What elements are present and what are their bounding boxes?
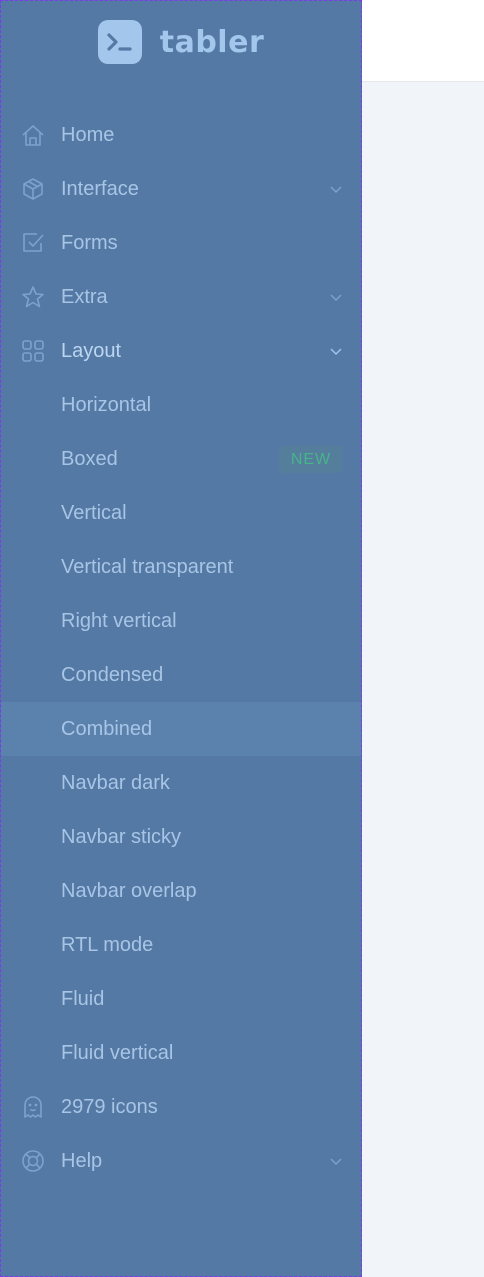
new-badge: NEW	[279, 446, 343, 473]
submenu-label: Right vertical	[61, 609, 177, 632]
nav-item-help[interactable]: Help	[1, 1134, 361, 1188]
sidebar: tabler Home Interface Forms Extra Layout…	[0, 0, 362, 1277]
star-icon	[20, 284, 46, 310]
submenu-label: Fluid	[61, 987, 105, 1010]
submenu-item-fluid[interactable]: Fluid	[1, 972, 361, 1026]
nav-label: Interface	[61, 177, 139, 200]
sidebar-nav: Home Interface Forms Extra Layout Horizo…	[1, 108, 361, 1188]
submenu-item-right-vertical[interactable]: Right vertical	[1, 594, 361, 648]
submenu-label: Horizontal	[61, 393, 152, 416]
brand[interactable]: tabler	[1, 1, 361, 83]
package-icon	[20, 176, 46, 202]
submenu-label: RTL mode	[61, 933, 154, 956]
brand-name: tabler	[159, 24, 265, 60]
lifebuoy-icon	[20, 1148, 46, 1174]
submenu-item-rtl-mode[interactable]: RTL mode	[1, 918, 361, 972]
submenu-label: Condensed	[61, 663, 164, 686]
submenu-label: Vertical	[61, 501, 127, 524]
submenu-item-fluid-vertical[interactable]: Fluid vertical	[1, 1026, 361, 1080]
ghost-icon	[20, 1094, 46, 1120]
page-content	[361, 82, 484, 1277]
submenu-label: Navbar overlap	[61, 879, 197, 902]
submenu-label: Vertical transparent	[61, 555, 234, 578]
nav-item-icons[interactable]: 2979 icons	[1, 1080, 361, 1134]
submenu-item-navbar-sticky[interactable]: Navbar sticky	[1, 810, 361, 864]
nav-item-forms[interactable]: Forms	[1, 216, 361, 270]
chevron-down-icon	[330, 186, 342, 193]
nav-label: Home	[61, 123, 115, 146]
nav-label: Layout	[61, 339, 122, 362]
home-icon	[20, 122, 46, 148]
submenu-label: Boxed	[61, 447, 118, 470]
nav-item-interface[interactable]: Interface	[1, 162, 361, 216]
submenu-item-navbar-overlap[interactable]: Navbar overlap	[1, 864, 361, 918]
nav-item-home[interactable]: Home	[1, 108, 361, 162]
submenu-label: Fluid vertical	[61, 1041, 174, 1064]
submenu-item-vertical[interactable]: Vertical	[1, 486, 361, 540]
submenu-label: Combined	[61, 717, 153, 740]
terminal-icon	[97, 20, 142, 64]
nav-label: Forms	[61, 231, 118, 254]
chevron-down-icon	[330, 1158, 342, 1165]
chevron-down-icon	[330, 294, 342, 301]
submenu-label: Navbar dark	[61, 771, 170, 794]
layout-grid-icon	[20, 338, 46, 364]
submenu-item-combined[interactable]: Combined	[1, 702, 361, 756]
submenu-item-horizontal[interactable]: Horizontal	[1, 378, 361, 432]
chevron-down-icon	[330, 348, 342, 355]
nav-label: Help	[61, 1149, 103, 1172]
submenu-item-condensed[interactable]: Condensed	[1, 648, 361, 702]
nav-item-extra[interactable]: Extra	[1, 270, 361, 324]
nav-item-layout[interactable]: Layout	[1, 324, 361, 378]
nav-label: 2979 icons	[61, 1095, 158, 1118]
submenu-label: Navbar sticky	[61, 825, 182, 848]
nav-label: Extra	[61, 285, 108, 308]
submenu-item-navbar-dark[interactable]: Navbar dark	[1, 756, 361, 810]
submenu-item-vertical-transparent[interactable]: Vertical transparent	[1, 540, 361, 594]
top-header	[361, 0, 484, 82]
submenu-item-boxed[interactable]: Boxed NEW	[1, 432, 361, 486]
checkbox-icon	[20, 230, 46, 256]
